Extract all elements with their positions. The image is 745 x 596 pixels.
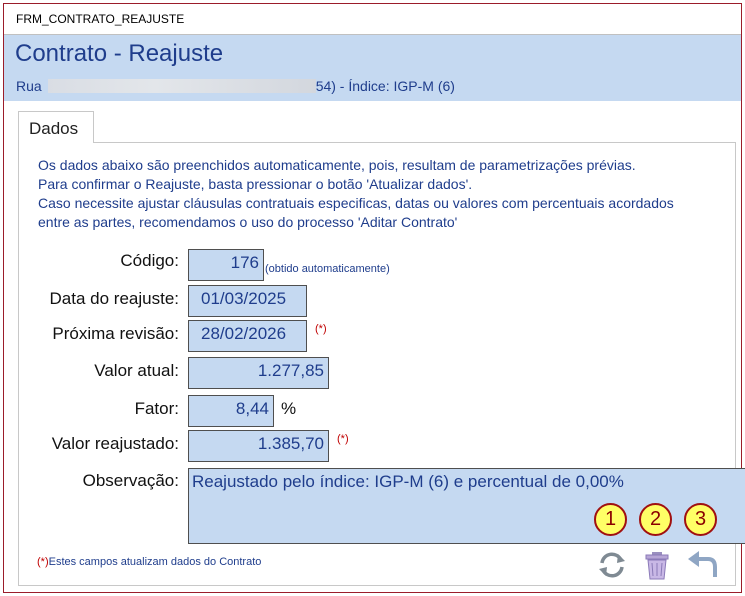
address-suffix: 54) - Índice: IGP-M (6) [315,78,455,94]
footnote-text: Estes campos atualizam dados do Contrato [48,556,262,568]
valor-atual-label: Valor atual: [94,361,179,380]
page-title: Contrato - Reajuste [15,40,224,67]
data-reajuste-field[interactable]: 01/03/2025 [188,285,307,317]
tab-dados[interactable]: Dados [18,111,94,143]
info-line: entre as partes, recomendamos o uso do p… [38,214,458,230]
proxima-revisao-field[interactable]: 28/02/2026 [188,320,307,352]
atualizar-dados-button[interactable] [594,547,630,583]
data-reajuste-label: Data do reajuste: [49,289,179,308]
refresh-icon [599,552,625,578]
info-text: Os dados abaixo são preenchidos automati… [38,156,728,232]
info-line: Para confirmar o Reajuste, basta pressio… [38,176,473,192]
form-window: FRM_CONTRATO_REAJUSTE Contrato - Reajust… [3,3,745,593]
fator-field[interactable]: 8,44 [188,395,274,427]
proxima-revisao-marker: (*) [315,323,327,335]
valor-atual-field[interactable]: 1.277,85 [188,357,329,389]
fator-unit: % [281,399,297,418]
badge-2: 2 [639,503,672,536]
window-title: FRM_CONTRATO_REAJUSTE [16,12,185,26]
observacao-label: Observação: [82,471,179,490]
redacted-address [47,79,316,93]
fator-label: Fator: [134,399,179,418]
codigo-note: (obtido automaticamente) [265,263,390,275]
codigo-label: Código: [120,251,179,270]
trash-icon [645,552,669,580]
badge-3: 3 [684,503,717,536]
valor-reajustado-field[interactable]: 1.385,70 [188,430,329,462]
address-prefix: Rua [16,78,42,94]
form-header: Contrato - Reajuste Rua 54) - Índice: IGP… [4,35,741,101]
tab-label: Dados [29,119,79,138]
badge-1: 1 [594,503,627,536]
info-line: Os dados abaixo são preenchidos automati… [38,157,636,173]
codigo-field[interactable]: 176 [188,249,264,281]
proxima-revisao-label: Próxima revisão: [52,324,179,343]
window-titlebar: FRM_CONTRATO_REAJUSTE [4,4,741,35]
valor-reajustado-marker: (*) [337,433,349,445]
voltar-button[interactable] [684,547,720,583]
valor-reajustado-label: Valor reajustado: [51,434,179,453]
contract-subtitle: Rua 54) - Índice: IGP-M (6) [16,78,455,94]
undo-arrow-icon [688,551,717,577]
info-line: Caso necessite ajustar cláusulas contrat… [38,195,674,211]
footnote-marker: (*) [37,556,49,568]
excluir-button[interactable] [639,547,675,583]
footnote: (*)Estes campos atualizam dados do Contr… [37,556,261,568]
tab-panel-dados: Os dados abaixo são preenchidos automati… [18,142,745,586]
